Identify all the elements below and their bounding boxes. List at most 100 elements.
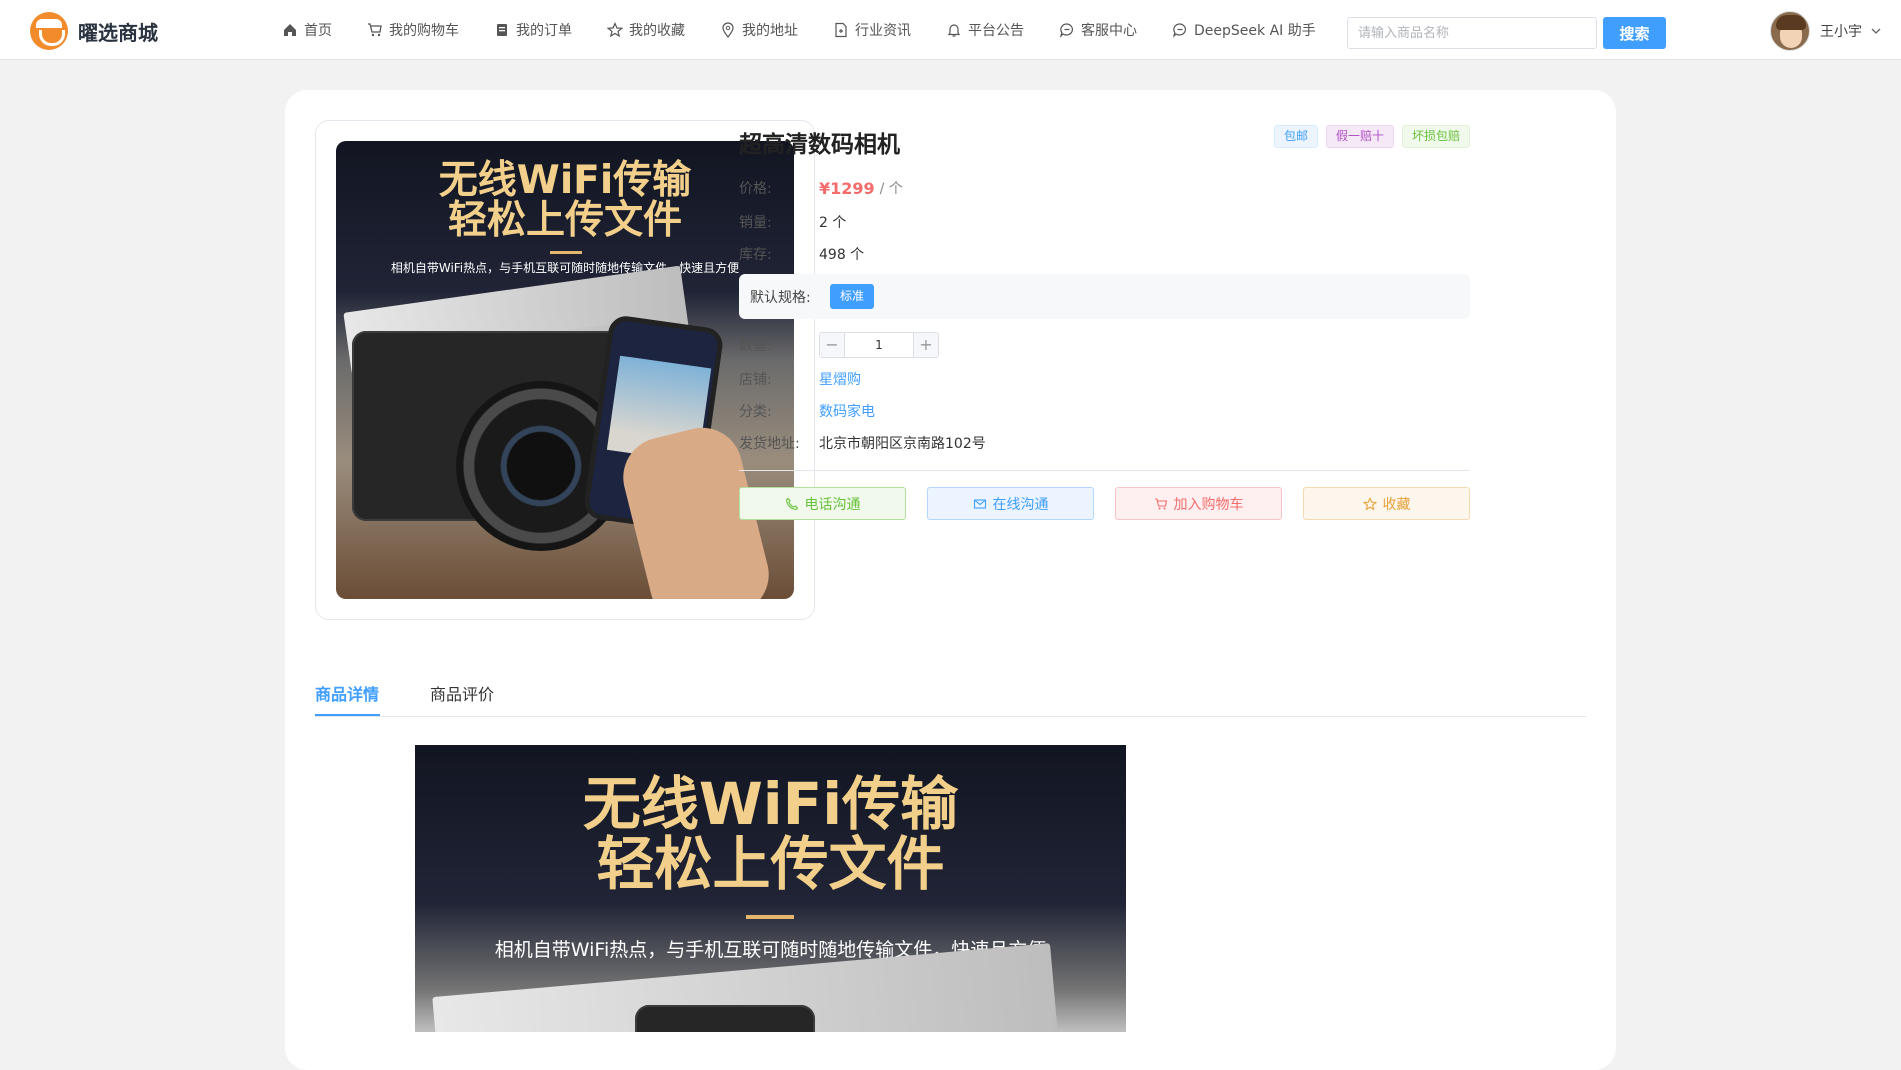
shop-row: 店铺: 星熠购 [739,369,861,389]
nav-news[interactable]: 行业资讯 [833,20,911,40]
quantity-decrease-button[interactable]: − [820,333,844,357]
detail-headline-line2: 轻松上传文件 [596,830,945,898]
detail-divider [746,915,794,919]
user-menu[interactable]: 王小宇 [1770,11,1882,51]
address-value: 北京市朝阳区京南路102号 [819,436,986,452]
shop-link[interactable]: 星熠购 [819,369,861,389]
brand-name: 曜选商城 [78,20,158,45]
quantity-stepper: − 1 + [819,332,939,358]
add-to-cart-button-label: 加入购物车 [1173,496,1244,513]
nav-announcements[interactable]: 平台公告 [946,20,1024,40]
product-detail-image: 无线WiFi传输 轻松上传文件 相机自带WiFi热点，与手机互联可随时随地传输文… [415,745,1126,1032]
nav-home-label: 首页 [304,23,332,39]
chat-icon [1059,23,1073,38]
cart-icon [1154,497,1167,509]
address-label: 发货地址: [739,436,800,452]
avatar[interactable] [1770,11,1810,51]
bell-icon [947,24,961,37]
product-image[interactable]: 无线WiFi传输 轻松上传文件 相机自带WiFi热点，与手机互联可随时随地传输文… [336,141,794,599]
nav-announcements-label: 平台公告 [968,23,1024,39]
category-link[interactable]: 数码家电 [819,401,875,421]
chevron-down-icon [1871,28,1881,34]
nav-favorites-label: 我的收藏 [629,23,685,39]
star-icon [1362,496,1377,510]
news-icon [835,22,847,38]
phone-icon [785,497,798,510]
tag-damage-compensation: 坏损包赔 [1401,125,1470,148]
service-tags: 包邮 假一赔十 坏损包赔 [1266,125,1470,148]
mail-icon [973,498,986,509]
tab-product-reviews[interactable]: 商品评价 [430,681,494,705]
star-icon [607,22,623,38]
divider [739,470,1470,471]
nav-cart-label: 我的购物车 [389,23,459,39]
top-navbar: 曜选商城 首页 我的购物车 我的订单 我的收藏 我的地址 行业资讯 平台公告 客… [0,0,1901,60]
add-to-cart-button[interactable]: 加入购物车 [1115,487,1282,520]
call-button[interactable]: 电话沟通 [739,487,906,520]
nav-address-label: 我的地址 [742,23,798,39]
favorite-button[interactable]: 收藏 [1303,487,1470,520]
online-chat-button[interactable]: 在线沟通 [927,487,1094,520]
image-headline-line1: 无线WiFi传输 [438,158,692,203]
nav-address[interactable]: 我的地址 [720,20,798,40]
tag-free-shipping: 包邮 [1273,125,1318,148]
user-name: 王小宇 [1820,24,1862,40]
tag-fake-compensation: 假一赔十 [1325,125,1394,148]
nav-orders-label: 我的订单 [516,23,572,39]
nav-news-label: 行业资讯 [855,23,911,39]
search-input[interactable] [1347,17,1597,49]
search-button[interactable]: 搜索 [1603,17,1666,49]
spec-option-standard[interactable]: 标准 [830,284,875,309]
cart-icon [368,23,382,37]
quantity-increase-button[interactable]: + [914,333,938,357]
quantity-label: 数量: [739,338,772,354]
price-label: 价格: [739,181,772,197]
category-label: 分类: [739,404,772,420]
quantity-row: 数量: − 1 + [739,332,939,358]
nav-orders[interactable]: 我的订单 [494,20,572,40]
brand[interactable]: 曜选商城 [30,12,158,50]
camera-body-shape [635,1005,815,1032]
shop-label: 店铺: [739,372,772,388]
image-headline-line2: 轻松上传文件 [447,198,682,243]
price-unit: / 个 [879,181,903,197]
product-card: 无线WiFi传输 轻松上传文件 相机自带WiFi热点，与手机互联可随时随地传输文… [285,90,1616,1070]
category-row: 分类: 数码家电 [739,401,875,421]
sales-label: 销量: [739,215,772,231]
nav-customer-service-label: 客服中心 [1081,23,1137,39]
product-title: 超高清数码相机 [739,132,900,158]
stock-label: 库存: [739,247,772,263]
image-subtitle: 相机自带WiFi热点，与手机互联可随时随地传输文件，快速且方便 [390,261,740,275]
address-row: 发货地址: 北京市朝阳区京南路102号 [739,433,986,453]
spec-selector: 默认规格: 标准 [739,274,1470,319]
spec-label: 默认规格: [750,289,811,306]
nav-ai-assistant[interactable]: DeepSeek AI 助手 [1172,20,1316,40]
price-value: ¥1299 [819,178,875,198]
favorite-button-label: 收藏 [1382,496,1411,513]
nav-home[interactable]: 首页 [282,20,332,40]
action-buttons: 电话沟通 在线沟通 加入购物车 收藏 [739,487,1491,520]
sales-row: 销量: 2 个 [739,212,846,232]
main-nav: 首页 我的购物车 我的订单 我的收藏 我的地址 行业资讯 平台公告 客服中心 D… [282,0,1351,60]
tab-product-details[interactable]: 商品详情 [315,681,379,705]
nav-favorites[interactable]: 我的收藏 [607,20,685,40]
detail-tabs: 商品详情 商品评价 [315,675,1586,717]
chat-icon [1172,23,1186,38]
order-icon [497,24,507,36]
quantity-input[interactable]: 1 [844,333,914,357]
price-row: 价格: ¥1299 / 个 [739,178,903,198]
location-icon [722,22,734,38]
stock-value: 498 个 [819,247,865,263]
nav-ai-assistant-label: DeepSeek AI 助手 [1194,23,1316,39]
online-chat-button-label: 在线沟通 [992,496,1049,513]
nav-cart[interactable]: 我的购物车 [367,20,459,40]
detail-headline-line1: 无线WiFi传输 [582,770,959,838]
call-button-label: 电话沟通 [804,496,861,513]
stock-row: 库存: 498 个 [739,244,864,264]
active-tab-indicator [315,714,380,716]
home-icon [284,24,296,36]
nav-customer-service[interactable]: 客服中心 [1059,20,1137,40]
shop-logo-icon [30,12,68,50]
sales-value: 2 个 [819,215,847,231]
image-divider [550,251,582,254]
